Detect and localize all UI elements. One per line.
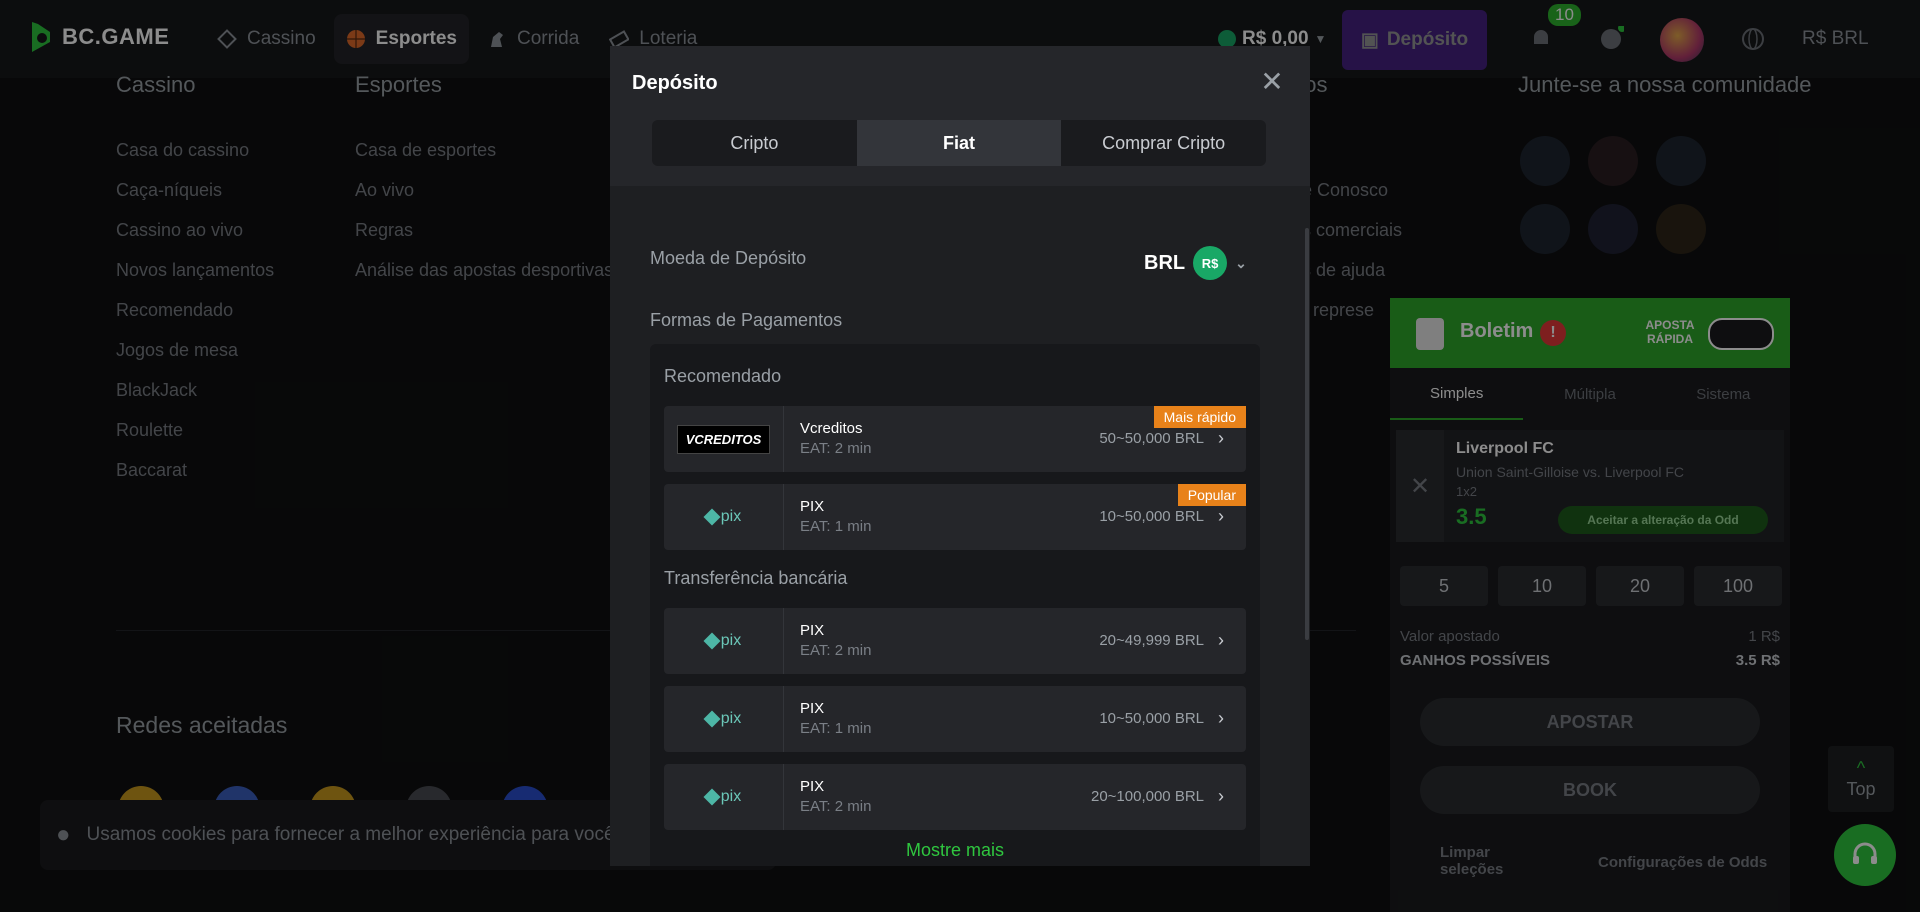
payment-methods-box: Recomendado VCREDITOS Vcreditos EAT: 2 m… [650, 344, 1260, 866]
payment-name: PIX [800, 700, 825, 717]
payment-logo: VCREDITOS [664, 406, 784, 472]
payment-name: PIX [800, 622, 825, 639]
chevron-right-icon: › [1218, 630, 1224, 650]
chevron-right-icon: › [1218, 506, 1224, 526]
payment-name: PIX [800, 498, 825, 515]
tab-cripto[interactable]: Cripto [652, 120, 857, 166]
payment-eat: EAT: 1 min [800, 518, 872, 535]
payment-logo: pix [664, 764, 784, 830]
pix-logo: pix [703, 710, 741, 728]
bank-transfer-title: Transferência bancária [664, 568, 848, 588]
payment-eat: EAT: 2 min [800, 798, 872, 815]
recommended-title: Recomendado [664, 366, 782, 386]
deposit-tabs: Cripto Fiat Comprar Cripto [652, 120, 1266, 166]
vcreditos-logo: VCREDITOS [676, 424, 771, 454]
deposit-currency-label: Moeda de Depósito [650, 248, 807, 268]
currency-dropdown[interactable]: BRL R$ ⌄ [1144, 246, 1247, 280]
pix-logo: pix [703, 508, 741, 526]
deposit-modal: Depósito ✕ Cripto Fiat Comprar Cripto Mo… [610, 46, 1310, 866]
payment-range: 20~49,999 BRL [1099, 632, 1204, 649]
popular-tag: Popular [1177, 484, 1246, 506]
pix-logo: pix [703, 632, 741, 650]
payment-range: 10~50,000 BRL [1099, 508, 1204, 525]
payment-range: 10~50,000 BRL [1099, 710, 1204, 727]
chevron-right-icon: › [1218, 786, 1224, 806]
payment-name: Vcreditos [800, 420, 863, 437]
tab-fiat[interactable]: Fiat [856, 120, 1062, 166]
tab-comprar-cripto[interactable]: Comprar Cripto [1061, 120, 1266, 166]
payment-method-card[interactable]: pix PIX EAT: 2 min 20~49,999 BRL › [664, 608, 1246, 674]
payment-method-card[interactable]: pix PIX EAT: 1 min 10~50,000 BRL › [664, 686, 1246, 752]
chevron-right-icon: › [1218, 428, 1224, 448]
payment-method-card[interactable]: VCREDITOS Vcreditos EAT: 2 min 50~50,000… [664, 406, 1246, 472]
currency-code: BRL [1144, 251, 1186, 274]
fastest-tag: Mais rápido [1153, 406, 1246, 428]
modal-title: Depósito [632, 72, 718, 94]
payment-eat: EAT: 2 min [800, 642, 872, 659]
chevron-down-icon: ⌄ [1235, 254, 1247, 271]
payment-range: 50~50,000 BRL [1099, 430, 1204, 447]
payment-logo: pix [664, 484, 784, 550]
show-more-link[interactable]: Mostre mais [650, 840, 1260, 861]
payment-eat: EAT: 1 min [800, 720, 872, 737]
payment-logo: pix [664, 686, 784, 752]
modal-header: Depósito ✕ Cripto Fiat Comprar Cripto [610, 46, 1310, 186]
payment-logo: pix [664, 608, 784, 674]
payment-eat: EAT: 2 min [800, 440, 872, 457]
pix-logo: pix [703, 788, 741, 806]
close-icon[interactable]: ✕ [1260, 68, 1284, 96]
modal-scrollbar[interactable] [1305, 228, 1309, 640]
payment-range: 20~100,000 BRL [1090, 788, 1204, 805]
payment-name: PIX [800, 778, 825, 795]
payment-methods-label: Formas de Pagamentos [650, 310, 843, 330]
payment-method-card[interactable]: pix PIX EAT: 2 min 20~100,000 BRL › [664, 764, 1246, 830]
brl-currency-icon: R$ [1193, 246, 1228, 280]
chevron-right-icon: › [1218, 708, 1224, 728]
payment-method-card[interactable]: pix PIX EAT: 1 min 10~50,000 BRL › Popul… [664, 484, 1246, 550]
